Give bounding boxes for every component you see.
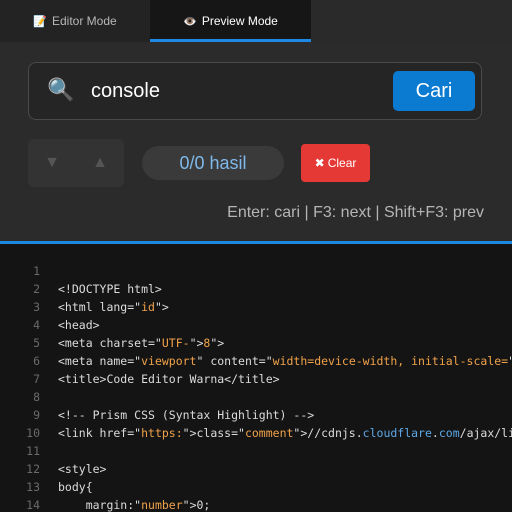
code-token: <head> xyxy=(58,318,100,332)
line-number: 1 xyxy=(33,264,40,278)
close-icon: ✖ xyxy=(314,156,325,170)
code-text: <!-- Prism CSS (Syntax Highlight) --> xyxy=(58,406,314,424)
code-line: 6 <meta name="viewport" content="width=de… xyxy=(0,352,512,370)
clear-button[interactable]: ✖ Clear xyxy=(301,144,370,182)
line-number: 3 xyxy=(33,300,40,314)
code-token: UTF- xyxy=(161,336,190,350)
triangle-up-icon: ▲ xyxy=(92,154,108,171)
code-token: <style> xyxy=(58,462,107,476)
code-token: "> xyxy=(210,336,225,350)
code-token: <!-- Prism CSS (Syntax Highlight) --> xyxy=(58,408,315,422)
line-number: 7 xyxy=(33,372,40,386)
tab-editor-label: Editor Mode xyxy=(52,14,117,28)
code-token: "> xyxy=(154,300,169,314)
code-token: width=device-width, initial-scale= xyxy=(272,354,509,368)
code-line: 13 body{ xyxy=(0,478,512,496)
code-token: "> xyxy=(508,354,512,368)
tab-bar-filler xyxy=(311,0,512,42)
code-token: viewport xyxy=(141,354,197,368)
code-token: ">class=" xyxy=(182,426,245,440)
triangle-down-icon: ▼ xyxy=(44,154,60,171)
code-token: cloudflare xyxy=(362,426,432,440)
code-preview[interactable]: 1 2 <!DOCTYPE html> 3 <html lang="id"> 4 <head… xyxy=(0,244,512,512)
result-count-badge: 0/0 hasil xyxy=(142,146,284,180)
tab-preview-label: Preview Mode xyxy=(201,14,278,28)
code-line: 2 <!DOCTYPE html> xyxy=(0,280,512,298)
search-input[interactable] xyxy=(91,75,381,107)
code-token: body{ xyxy=(58,480,93,494)
search-button[interactable]: Cari xyxy=(393,71,475,111)
line-number: 6 xyxy=(33,354,40,368)
mode-tabs: 📝 Editor Mode 👁️ Preview Mode xyxy=(0,0,512,42)
line-number: 9 xyxy=(33,408,40,422)
previous-result-button[interactable]: ▲ xyxy=(76,139,124,187)
code-token: ">//cdnjs. xyxy=(293,426,363,440)
code-token: <!DOCTYPE html> xyxy=(58,282,162,296)
code-token: number xyxy=(141,498,183,512)
code-token: ">0; xyxy=(182,498,211,512)
clear-button-label: Clear xyxy=(327,156,357,170)
code-token: <link href=" xyxy=(58,426,142,440)
code-text: <style> xyxy=(58,460,106,478)
code-text: <title>Code Editor Warna</title> xyxy=(58,370,280,388)
code-line: 14 margin:"number">0; xyxy=(0,496,512,512)
code-token: " content=" xyxy=(196,354,273,368)
code-token: . xyxy=(431,426,439,440)
code-line: 9 <!-- Prism CSS (Syntax Highlight) --> xyxy=(0,406,512,424)
line-number: 10 xyxy=(26,426,40,440)
code-token: /ajax/lib xyxy=(459,426,512,440)
line-number: 12 xyxy=(26,462,40,476)
code-text: <head> xyxy=(58,316,100,334)
code-line: 1 xyxy=(0,262,512,280)
code-text: <link href="https:">class="comment">//cd… xyxy=(58,424,512,442)
line-number: 14 xyxy=(26,498,40,512)
line-number: 8 xyxy=(33,390,40,404)
code-text: <meta name="viewport" content="width=dev… xyxy=(58,352,512,370)
line-number: 13 xyxy=(26,480,40,494)
code-token: com xyxy=(438,426,460,440)
code-text: body{ xyxy=(58,478,93,496)
line-number: 2 xyxy=(33,282,40,296)
tab-preview-mode[interactable]: 👁️ Preview Mode xyxy=(150,0,311,42)
eye-icon: 👁️ xyxy=(183,15,197,28)
line-number: 11 xyxy=(26,444,40,458)
code-line: 10 <link href="https:">class="comment">//… xyxy=(0,424,512,442)
code-token: id xyxy=(141,300,155,314)
code-token: <meta charset=" xyxy=(58,336,162,350)
code-text: <html lang="id"> xyxy=(58,298,169,316)
result-navigation: ▼ ▲ xyxy=(28,139,124,187)
code-token: <meta name=" xyxy=(58,354,142,368)
code-line: 5 <meta charset="UTF-">8"> xyxy=(0,334,512,352)
code-token: comment xyxy=(244,426,294,440)
next-result-button[interactable]: ▼ xyxy=(28,139,76,187)
code-text: <!DOCTYPE html> xyxy=(58,280,162,298)
search-box: 🔍 Cari xyxy=(28,62,482,120)
code-line: 3 <html lang="id"> xyxy=(0,298,512,316)
keyboard-shortcut-hint: Enter: cari | F3: next | Shift+F3: prev xyxy=(227,204,484,221)
code-token: "> xyxy=(189,336,204,350)
code-text: margin:"number">0; xyxy=(58,496,211,512)
code-line: 8 xyxy=(0,388,512,406)
code-line: 7 <title>Code Editor Warna</title> xyxy=(0,370,512,388)
search-panel: 🔍 Cari ▼ ▲ 0/0 hasil ✖ Clear Enter: cari… xyxy=(0,42,512,242)
code-line: 4 <head> xyxy=(0,316,512,334)
code-token: margin:" xyxy=(58,498,142,512)
line-number: 5 xyxy=(33,336,40,350)
code-line: 12 <style> xyxy=(0,460,512,478)
line-number: 4 xyxy=(33,318,40,332)
tab-editor-mode[interactable]: 📝 Editor Mode xyxy=(0,0,150,42)
search-icon: 🔍 xyxy=(47,77,75,102)
memo-icon: 📝 xyxy=(33,15,47,28)
code-line: 11 xyxy=(0,442,512,460)
code-text: <meta charset="UTF-">8"> xyxy=(58,334,224,352)
code-token: <html lang=" xyxy=(58,300,142,314)
code-token: <title>Code Editor Warna</title> xyxy=(58,372,280,386)
code-token: https: xyxy=(141,426,183,440)
